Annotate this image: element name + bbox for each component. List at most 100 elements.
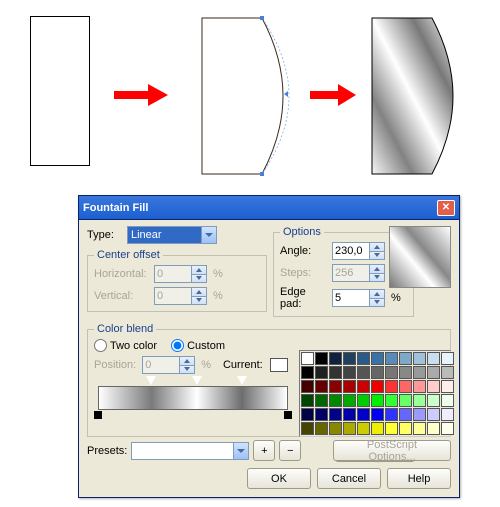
color-swatch[interactable] (385, 394, 398, 407)
color-swatch[interactable] (343, 380, 356, 393)
color-swatch[interactable] (441, 422, 454, 435)
color-swatch[interactable] (399, 408, 412, 421)
color-swatch[interactable] (427, 352, 440, 365)
color-swatch[interactable] (371, 394, 384, 407)
color-swatch[interactable] (399, 394, 412, 407)
titlebar[interactable]: Fountain Fill ✕ (79, 196, 459, 220)
preset-add-button[interactable]: + (253, 440, 275, 461)
color-swatch[interactable] (413, 352, 426, 365)
color-swatch[interactable] (343, 352, 356, 365)
close-button[interactable]: ✕ (437, 200, 455, 216)
vertical-label: Vertical: (94, 290, 150, 302)
color-swatch[interactable] (301, 380, 314, 393)
angle-spinner[interactable] (332, 242, 385, 260)
color-swatch[interactable] (315, 422, 328, 435)
cancel-button[interactable]: Cancel (317, 468, 381, 489)
shape-curved (200, 16, 300, 176)
color-swatch[interactable] (371, 366, 384, 379)
type-label: Type: (87, 229, 123, 241)
color-swatch[interactable] (441, 394, 454, 407)
color-swatch[interactable] (441, 408, 454, 421)
edgepad-spinner[interactable] (332, 289, 385, 307)
color-swatch[interactable] (441, 366, 454, 379)
color-swatch[interactable] (343, 366, 356, 379)
color-swatch[interactable] (315, 366, 328, 379)
arrow-right-icon (308, 83, 358, 107)
color-swatch[interactable] (371, 422, 384, 435)
color-swatch[interactable] (343, 408, 356, 421)
color-swatch[interactable] (371, 408, 384, 421)
color-swatch[interactable] (329, 366, 342, 379)
color-swatch[interactable] (343, 422, 356, 435)
color-swatch[interactable] (343, 394, 356, 407)
color-swatch[interactable] (427, 366, 440, 379)
arrow-right-icon (112, 83, 170, 107)
color-swatch[interactable] (301, 352, 314, 365)
gradient-preview (389, 226, 451, 288)
color-swatch[interactable] (329, 408, 342, 421)
presets-select[interactable] (131, 442, 249, 460)
color-swatch[interactable] (315, 352, 328, 365)
preset-remove-button[interactable]: − (279, 440, 301, 461)
color-swatch[interactable] (301, 422, 314, 435)
center-offset-group: Center offset Horizontal: % Vertical: (87, 249, 267, 312)
ok-button[interactable]: OK (247, 468, 311, 489)
color-swatch[interactable] (399, 422, 412, 435)
gradient-editor[interactable] (98, 386, 288, 410)
color-swatch[interactable] (329, 394, 342, 407)
color-swatch[interactable] (413, 380, 426, 393)
color-swatch[interactable] (413, 394, 426, 407)
color-swatch[interactable] (385, 366, 398, 379)
help-button[interactable]: Help (387, 468, 451, 489)
color-swatch[interactable] (315, 408, 328, 421)
color-swatch[interactable] (385, 408, 398, 421)
color-swatch[interactable] (413, 422, 426, 435)
color-swatch[interactable] (301, 408, 314, 421)
custom-radio[interactable]: Custom (171, 339, 225, 352)
color-swatch[interactable] (357, 380, 370, 393)
color-swatch[interactable] (357, 366, 370, 379)
color-swatch[interactable] (315, 380, 328, 393)
shape-filled (370, 16, 470, 176)
color-swatch[interactable] (399, 366, 412, 379)
position-spinner (142, 356, 195, 374)
color-swatch[interactable] (427, 422, 440, 435)
color-swatch[interactable] (329, 422, 342, 435)
color-swatch[interactable] (427, 380, 440, 393)
color-swatch[interactable] (329, 380, 342, 393)
color-swatch[interactable] (399, 380, 412, 393)
color-swatch[interactable] (385, 422, 398, 435)
color-swatch[interactable] (385, 352, 398, 365)
dialog-title: Fountain Fill (83, 202, 437, 214)
edgepad-label: Edge pad: (280, 286, 328, 310)
color-swatch[interactable] (399, 352, 412, 365)
color-swatch[interactable] (357, 394, 370, 407)
color-swatch[interactable] (357, 408, 370, 421)
color-swatch[interactable] (315, 394, 328, 407)
color-swatch[interactable] (357, 422, 370, 435)
color-swatch[interactable] (301, 366, 314, 379)
color-swatch[interactable] (413, 366, 426, 379)
steps-label: Steps: (280, 267, 328, 279)
color-swatch[interactable] (301, 394, 314, 407)
color-swatch[interactable] (441, 352, 454, 365)
shape-rectangle (30, 16, 90, 166)
position-label: Position: (94, 359, 136, 371)
color-swatch[interactable] (371, 380, 384, 393)
color-swatch[interactable] (427, 408, 440, 421)
postscript-button: PostScript Options... (333, 440, 451, 461)
color-swatch[interactable] (329, 352, 342, 365)
current-color-swatch[interactable] (270, 358, 288, 372)
presets-label: Presets: (87, 445, 127, 457)
color-swatch[interactable] (371, 352, 384, 365)
two-color-radio[interactable]: Two color (94, 339, 157, 352)
horizontal-label: Horizontal: (94, 268, 150, 280)
chevron-down-icon (233, 443, 248, 459)
type-select[interactable]: Linear (127, 226, 217, 244)
color-swatch[interactable] (385, 380, 398, 393)
illustration (0, 8, 500, 183)
color-swatch[interactable] (413, 408, 426, 421)
color-swatch[interactable] (357, 352, 370, 365)
color-swatch[interactable] (427, 394, 440, 407)
color-swatch[interactable] (441, 380, 454, 393)
